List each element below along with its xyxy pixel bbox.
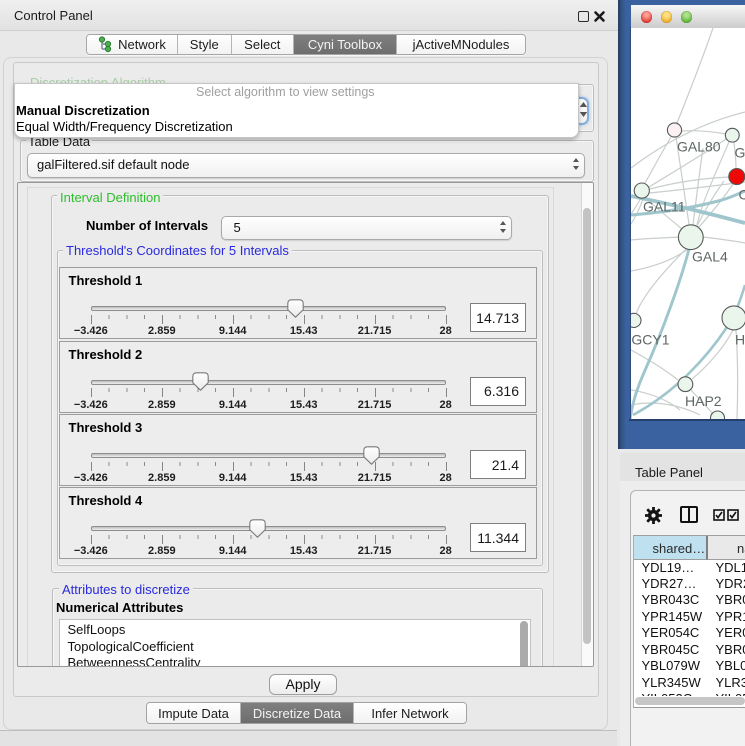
- svg-text:GAL80: GAL80: [677, 139, 721, 155]
- svg-text:CD: CD: [739, 187, 745, 203]
- svg-text:HAP2: HAP2: [685, 393, 722, 409]
- svg-text:GAL2: GAL2: [735, 145, 745, 161]
- svg-text:GAL11: GAL11: [643, 199, 686, 215]
- svg-text:HI: HI: [735, 331, 745, 347]
- svg-text:GAL4: GAL4: [692, 249, 728, 265]
- svg-text:GCY1: GCY1: [631, 332, 669, 348]
